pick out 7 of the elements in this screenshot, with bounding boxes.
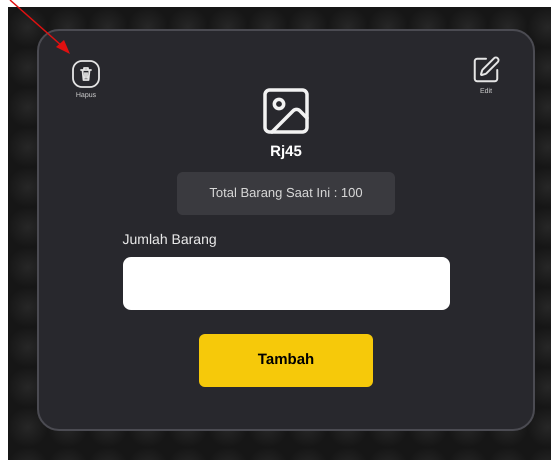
add-button[interactable]: Tambah [199, 334, 373, 386]
quantity-label: Jumlah Barang [122, 230, 217, 249]
quantity-field[interactable] [122, 256, 450, 310]
item-name: Rj45 [270, 142, 302, 162]
total-count: Total Barang Saat Ini : 100 [177, 172, 395, 214]
trash-icon [71, 59, 101, 89]
edit-icon [471, 55, 501, 85]
